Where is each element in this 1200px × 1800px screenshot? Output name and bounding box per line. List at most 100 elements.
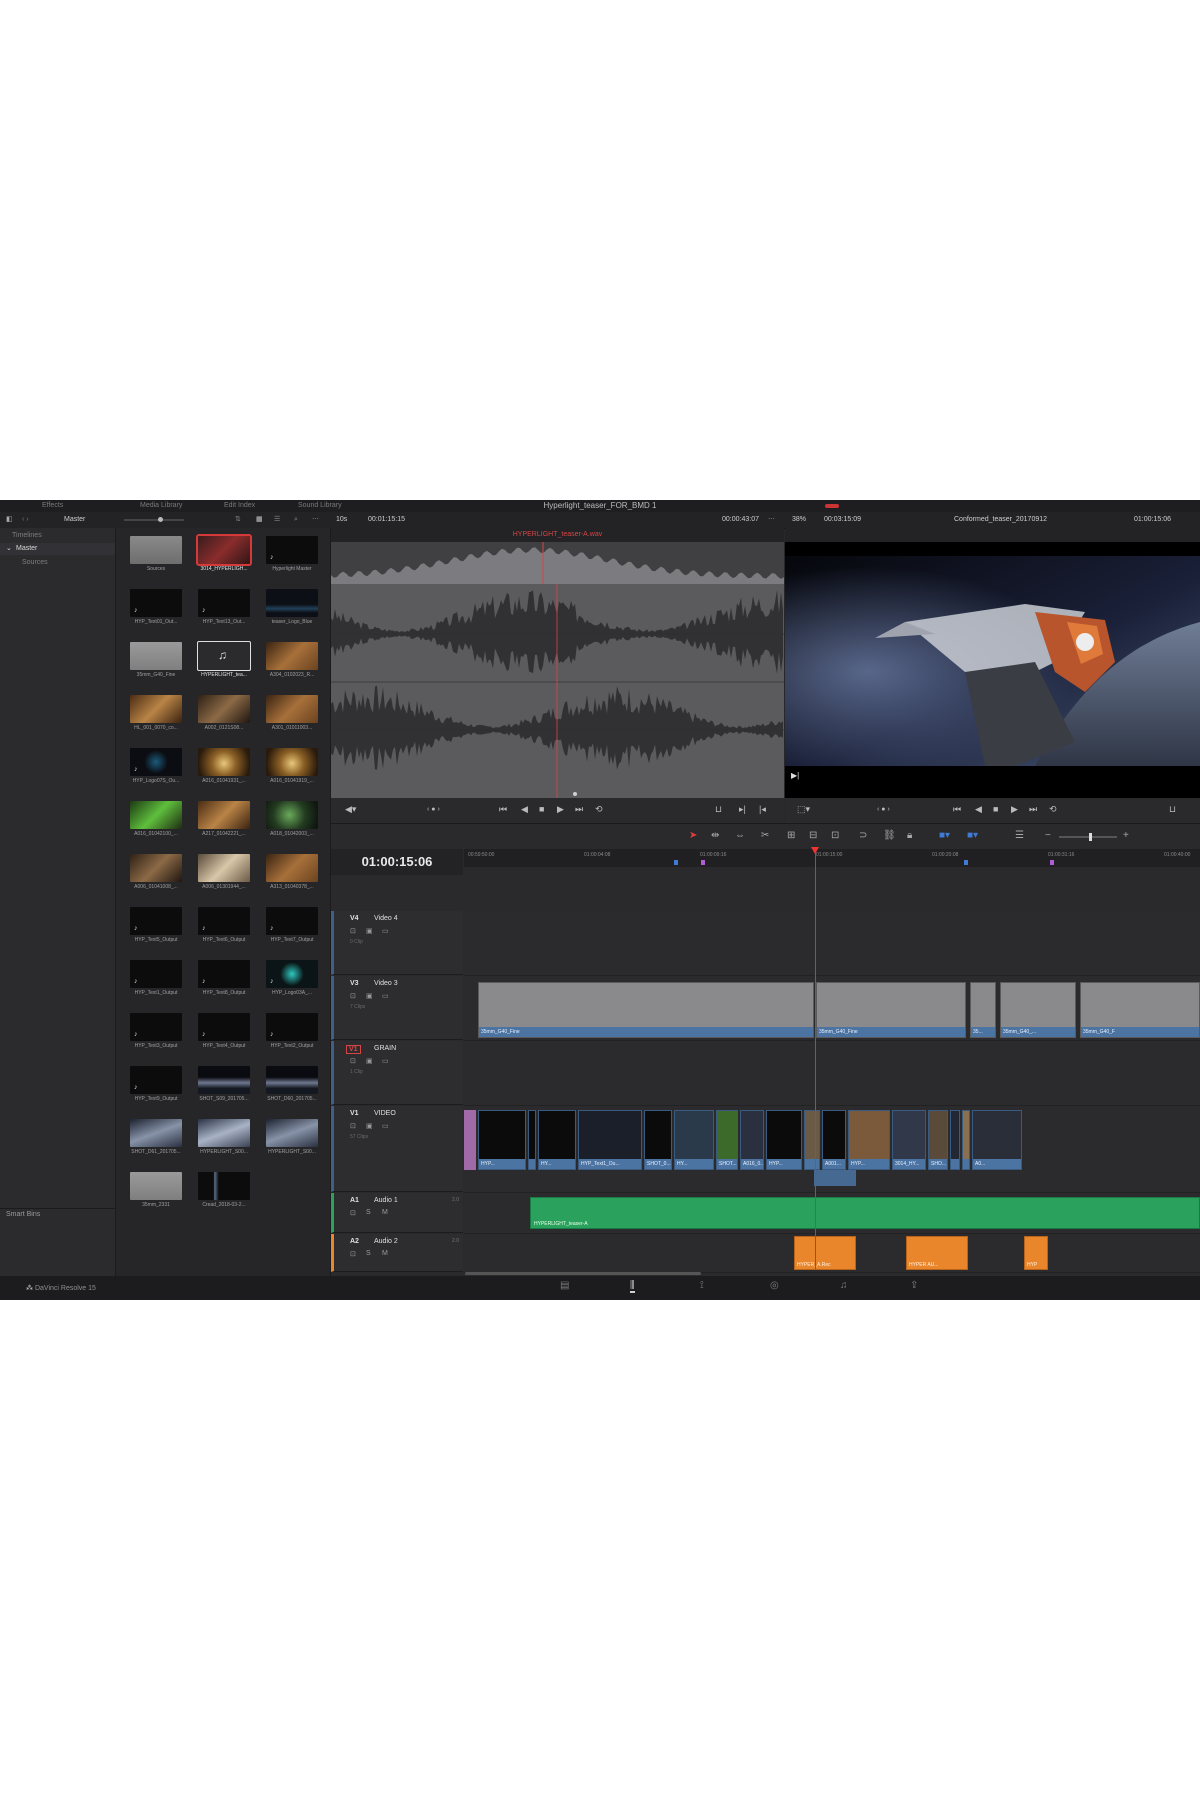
media-pool-clip[interactable]: ♪ HYP_Text4_Output (196, 1011, 252, 1055)
timeline-zoom[interactable]: 38% (792, 512, 806, 528)
page-deliver-icon[interactable]: ⇪ (910, 1280, 918, 1291)
media-pool-clip[interactable]: A217_01042221_... (196, 799, 252, 843)
clip-thumbnail[interactable] (130, 854, 182, 882)
clip-thumbnail[interactable]: ♫ (197, 641, 251, 671)
track-name[interactable]: Audio 2 (374, 1238, 398, 1245)
video-clip[interactable]: 3014_HY... (892, 1110, 926, 1170)
media-pool-clip[interactable]: SHOT_S09_201705... (196, 1064, 252, 1108)
timeline-zoom-handle[interactable] (1089, 833, 1092, 841)
playhead-handle[interactable] (811, 847, 819, 854)
clip-thumbnail[interactable]: ♪ (130, 1066, 182, 1094)
thumb-size-slider[interactable] (124, 519, 184, 521)
timeline-name[interactable]: Conformed_teaser_20170912 (954, 512, 1047, 528)
chevron-down-icon[interactable]: ⌄ (6, 543, 12, 555)
replace-clip-icon[interactable]: ⊡ (831, 830, 839, 841)
media-pool-clip[interactable]: SHOT_D60_201705... (264, 1064, 320, 1108)
timeline-view-options-icon[interactable]: ☰ (1015, 830, 1024, 841)
clip-thumbnail[interactable] (198, 748, 250, 776)
selected-clip-range[interactable] (814, 1170, 856, 1186)
track-id[interactable]: V3 (350, 980, 359, 987)
clip-thumbnail[interactable]: ♪ (130, 960, 182, 988)
media-pool-clip[interactable]: ♪ HYP_Logo07S_Ou... (128, 746, 184, 790)
media-pool-clip[interactable]: A002_0121S08... (196, 693, 252, 737)
clip-thumbnail[interactable] (130, 695, 182, 723)
media-pool-clip[interactable]: HYPERLIGHT_S00... (196, 1117, 252, 1161)
loop-icon[interactable]: ⟲ (595, 804, 603, 815)
track-header[interactable]: A2 Audio 2 2.0 ⊡ S M (331, 1234, 463, 1272)
track-lane[interactable]: HYP... HY... HYP_Text1_Ou... SHOT_0... HY...… (464, 1106, 1200, 1193)
media-pool-clip[interactable]: A016_01041931_... (196, 746, 252, 790)
audio-waveform-display[interactable] (331, 542, 784, 798)
media-pool-clip[interactable]: SHOT_D61_201705... (128, 1117, 184, 1161)
grid-view-icon[interactable]: ▦ (256, 512, 263, 528)
audio-clip[interactable]: HYPER_A.Rec (794, 1236, 856, 1270)
next-frame-icon[interactable]: |◂ (759, 804, 766, 815)
track-enable-icon[interactable]: ▭ (382, 927, 389, 935)
clip-thumbnail[interactable] (198, 1119, 250, 1147)
media-pool-clip[interactable]: Sources (128, 534, 184, 578)
clip-thumbnail[interactable]: ♪ (130, 748, 182, 776)
position-lock-icon[interactable]: 🔒︎ (907, 830, 912, 841)
clip-thumbnail[interactable] (130, 801, 182, 829)
media-pool-clip[interactable]: Cread_2018-03-2... (196, 1170, 252, 1214)
clip-thumbnail[interactable] (196, 534, 252, 566)
track-id[interactable]: V4 (350, 915, 359, 922)
page-edit-icon[interactable]: ⫼ (630, 1280, 635, 1293)
clip-thumbnail[interactable]: ♪ (198, 1013, 250, 1041)
clip-thumbnail[interactable] (130, 1172, 182, 1200)
video-clip[interactable]: HY... (674, 1110, 714, 1170)
media-pool-clip[interactable]: A304_0102023_R... (264, 640, 320, 684)
track-name[interactable]: VIDEO (374, 1110, 396, 1117)
clip-thumbnail[interactable] (266, 748, 318, 776)
clip-thumbnail[interactable] (266, 854, 318, 882)
auto-select-icon[interactable]: ▣ (366, 1122, 373, 1130)
video-clip[interactable]: 35mm_G40_... (1000, 982, 1076, 1038)
video-clip[interactable]: 35mm_G40_Fine (478, 982, 814, 1038)
track-lane[interactable]: 35mm_G40_Fine 35mm_G40_Fine 35... 35mm_G40_… (464, 976, 1200, 1041)
media-pool-clip[interactable]: 35mm_2331 (128, 1170, 184, 1214)
clip-thumbnail[interactable]: ♪ (130, 907, 182, 935)
track-lane[interactable] (464, 911, 1200, 976)
tl-play-reverse-icon[interactable]: ◀ (975, 804, 982, 815)
lock-icon[interactable]: ⊡ (350, 992, 356, 1000)
video-clip[interactable]: 35mm_G40_F (1080, 982, 1200, 1038)
audio-clip[interactable]: HYPERLIGHT_teaser-A (530, 1197, 1200, 1229)
stop-icon[interactable]: ■ (539, 804, 544, 814)
track-header[interactable]: V3 Video 3 7 Clips ⊡ ▣ ▭ (331, 976, 463, 1040)
zoom-in-icon[interactable]: + (1123, 830, 1129, 841)
lock-icon[interactable]: ⊡ (350, 1122, 356, 1130)
audio-clip[interactable]: HYPER AU... (906, 1236, 968, 1270)
track-id[interactable]: V1 (346, 1045, 361, 1054)
track-id[interactable]: A2 (350, 1238, 359, 1245)
video-clip[interactable] (950, 1110, 960, 1170)
media-pool-clip[interactable]: ♪ HYP_Text2_Output (264, 1011, 320, 1055)
media-pool-clip[interactable]: A301_01011003... (264, 693, 320, 737)
media-pool-clip[interactable]: ♪ HYP_Logo03A_... (264, 958, 320, 1002)
smart-bins-header[interactable]: Smart Bins (0, 1208, 115, 1221)
clip-thumbnail[interactable]: ♪ (266, 960, 318, 988)
clip-thumbnail[interactable] (266, 1066, 318, 1094)
search-icon[interactable]: ⌕ (294, 512, 298, 528)
media-pool-clip[interactable]: ♪ HYP_Text5_Output (128, 905, 184, 949)
track-header[interactable]: V4 Video 4 0 Clip ⊡ ▣ ▭ (331, 911, 463, 975)
video-clip[interactable] (804, 1110, 820, 1170)
media-pool-clip[interactable]: ♪ HYP_Text01_Out... (128, 587, 184, 631)
lock-icon[interactable]: ⊡ (350, 927, 356, 935)
video-clip[interactable] (962, 1110, 970, 1170)
timeline-zoom-slider[interactable] (1059, 836, 1117, 838)
source-zoom[interactable]: 10s (336, 512, 347, 528)
audio-mode-icon[interactable]: ◀▾ (345, 804, 356, 815)
panel-toggle-icon[interactable]: ◧ (6, 512, 13, 528)
video-clip[interactable] (528, 1110, 536, 1170)
insert-clip-icon[interactable]: ⊞ (787, 830, 795, 841)
timeline-marker[interactable] (964, 860, 968, 865)
track-header[interactable]: V1 VIDEO 57 Clips ⊡ ▣ ▭ (331, 1106, 463, 1192)
video-clip[interactable]: 35mm_G40_Fine (816, 982, 966, 1038)
clip-thumbnail[interactable] (130, 536, 182, 564)
media-pool-clip[interactable]: 35mm_G40_Fine (128, 640, 184, 684)
track-name[interactable]: Video 4 (374, 915, 398, 922)
video-clip[interactable]: A0... (972, 1110, 1022, 1170)
compound-clip[interactable] (464, 1110, 476, 1170)
mute-icon[interactable]: M (382, 1250, 388, 1257)
clip-thumbnail[interactable]: ♪ (198, 589, 250, 617)
